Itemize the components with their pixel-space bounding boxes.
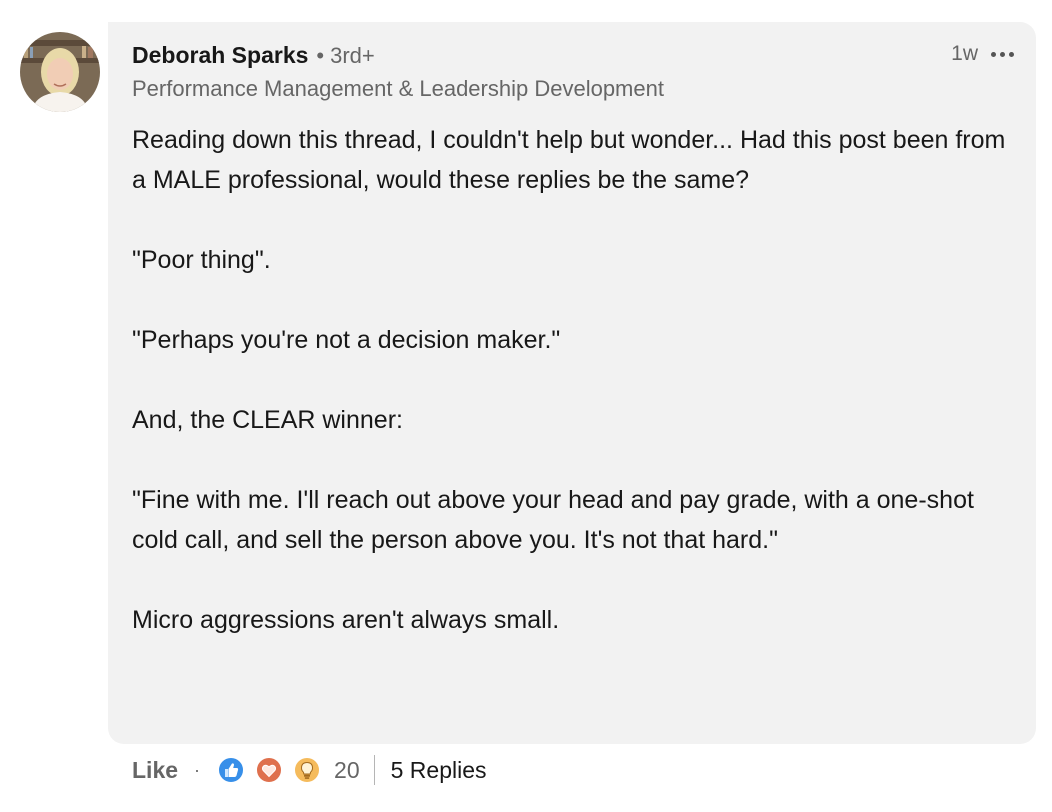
comment-paragraph: Reading down this thread, I couldn't hel…	[132, 126, 1006, 194]
comment-paragraph: Micro aggressions aren't always small.	[132, 606, 560, 634]
ellipsis-icon[interactable]	[986, 40, 1018, 68]
author-avatar[interactable]	[20, 32, 100, 112]
degree-separator: •	[316, 43, 325, 68]
profile-photo	[20, 32, 100, 112]
degree-label: 3rd+	[330, 43, 375, 68]
reactions-summary[interactable]: 20	[216, 755, 360, 785]
comment-paragraph: "Poor thing".	[132, 246, 271, 274]
author-name[interactable]: Deborah Sparks	[132, 42, 308, 69]
action-divider	[373, 755, 375, 785]
reaction-count: 20	[334, 756, 360, 783]
like-button[interactable]: Like	[132, 757, 178, 784]
action-separator: ·	[194, 759, 201, 780]
comment-timestamp: 1w	[951, 42, 978, 65]
comment-paragraph: "Perhaps you're not a decision maker."	[132, 326, 561, 354]
connection-degree: • 3rd+	[316, 43, 374, 69]
author-headline: Performance Management & Leadership Deve…	[132, 76, 664, 101]
comment-meta: 1w	[951, 40, 1018, 68]
comment-paragraph: And, the CLEAR winner:	[132, 406, 403, 434]
love-reaction-icon	[254, 755, 284, 785]
comment-body: Reading down this thread, I couldn't hel…	[132, 120, 1012, 640]
like-reaction-icon	[216, 755, 246, 785]
comment-actions: Like · 20 5 Replies	[132, 752, 487, 788]
comment-paragraph: "Fine with me. I'll reach out above your…	[132, 486, 974, 554]
author-row: Deborah Sparks • 3rd+	[132, 42, 375, 69]
replies-button[interactable]: 5 Replies	[391, 757, 487, 784]
comment-bubble: Deborah Sparks • 3rd+ Performance Managem…	[108, 22, 1036, 744]
insightful-reaction-icon	[292, 755, 322, 785]
